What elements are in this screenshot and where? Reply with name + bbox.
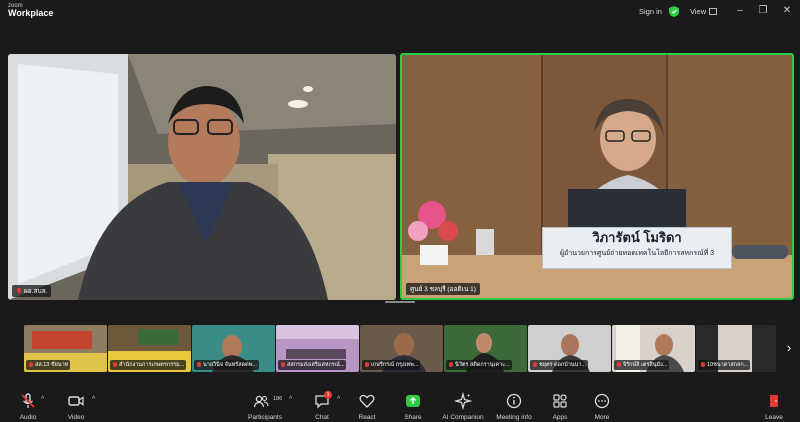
ai-companion-button[interactable]: AI Companion (437, 390, 489, 422)
video-feed-left (8, 54, 396, 300)
close-icon[interactable]: ✕ (781, 5, 793, 17)
meeting-info-button[interactable]: Meeting info (491, 390, 537, 422)
participant-name-tag: ผอ.สบล. (12, 285, 52, 297)
thumbnail-name: นิวัตร สดิดกรานุเคาะ... (455, 362, 510, 368)
sparkle-icon (454, 392, 472, 410)
thumbnail-name-tag: ชยุตร ดอกบ้านนา... (530, 360, 588, 370)
thumbnail-tile[interactable]: จิรักษ์ลิ เตรสินุมัง... (612, 325, 695, 372)
thumbnail-name: สำนักงานการเกษตรกรรม... (119, 362, 185, 368)
grid-view-icon[interactable] (709, 8, 717, 15)
apps-icon (553, 394, 567, 408)
participants-icon (253, 395, 269, 408)
heart-icon (359, 394, 375, 408)
thumbnail-name: ชยุตร ดอกบ้านนา... (539, 362, 586, 368)
placard-name: วิภารัตน์ โมริดา (592, 230, 682, 245)
chat-label: Chat (315, 414, 329, 421)
mic-muted-icon (448, 362, 453, 368)
react-label: React (358, 414, 376, 421)
thumbnail-name-tag: เกษรีกรณ์ กรุงเทพ... (362, 360, 421, 370)
leave-label: Leave (765, 414, 783, 421)
thumbnail-name: เกษรีกรณ์ กรุงเทพ... (371, 362, 419, 368)
ai-companion-label: AI Companion (442, 414, 484, 421)
thumbnail-name-tag: จิรักษ์ลิ เตรสินุมัง... (614, 360, 670, 370)
thumbnail-tile[interactable]: สสกรมส่งเสริมสหกรณ์... (276, 325, 359, 372)
info-icon (506, 393, 522, 409)
participants-button[interactable]: 186 Participants (243, 390, 287, 422)
mic-muted-icon (364, 362, 369, 368)
thumbnail-name-tag: นิวัตร สดิดกรานุเคาะ... (446, 360, 512, 370)
meeting-info-label: Meeting info (496, 414, 532, 421)
thumbnail-name-tag: สำนักงานการเกษตรกรรม... (110, 360, 187, 370)
video-button[interactable]: Video (54, 390, 98, 422)
mic-muted-icon (112, 362, 117, 368)
thumbnail-name-tag: 10ชนาดาสกลก... (698, 360, 751, 370)
title-bar: zoom Workplace Sign in View – ❐ ✕ (0, 0, 800, 24)
more-button[interactable]: More (580, 390, 624, 422)
participants-label: Participants (248, 414, 282, 421)
minimize-icon[interactable]: – (734, 5, 746, 17)
chat-options-chevron-icon[interactable]: ^ (337, 396, 340, 403)
placard-title: ผู้อำนวยการศูนย์ถ่ายทอดเทคโนโลยีการสหกรณ… (559, 250, 715, 257)
next-page-chevron-icon[interactable]: › (782, 338, 796, 358)
mic-muted-icon (280, 362, 285, 368)
share-screen-icon (406, 395, 420, 407)
participant-thumbnail-strip: สส.13 ชัยนาท สำนักงานการเกษตรกรรม... นาย… (24, 325, 776, 372)
thumbnail-tile[interactable]: สส.13 ชัยนาท (24, 325, 107, 372)
more-label: More (594, 414, 610, 421)
meeting-toolbar: Audio ^ Video ^ 186 Participants ^ 1 Cha… (0, 390, 800, 422)
more-dots-icon (594, 393, 610, 409)
participants-options-chevron-icon[interactable]: ^ (289, 396, 292, 403)
video-camera-icon (68, 396, 84, 406)
share-label: Share (404, 414, 422, 421)
mic-muted-icon (28, 362, 33, 368)
restore-icon[interactable]: ❐ (757, 5, 769, 17)
mic-muted-icon (196, 362, 201, 368)
thumbnail-name: นายวินิจ จันทร์สดดพ... (203, 362, 257, 368)
participant-name-tag: ศูนย์ 3 ชลบุรี (ออดิเน 1) (406, 283, 480, 295)
sign-in-button[interactable]: Sign in (639, 7, 662, 16)
thumbnail-name: สสกรมส่งเสริมสหกรณ์... (287, 362, 345, 368)
leave-door-icon (770, 395, 778, 407)
audio-button[interactable]: Audio (6, 390, 50, 422)
microphone-muted-icon (21, 393, 35, 408)
thumbnail-tile[interactable]: เกษรีกรณ์ กรุงเทพ... (360, 325, 443, 372)
audio-options-chevron-icon[interactable]: ^ (41, 396, 44, 403)
chat-button[interactable]: 1 Chat (300, 390, 344, 422)
name-placard: วิภารัตน์ โมริดา ผู้อำนวยการศูนย์ถ่ายทอด… (542, 227, 732, 269)
thumbnail-name-tag: สสกรมส่งเสริมสหกรณ์... (278, 360, 347, 370)
thumbnail-tile[interactable]: สำนักงานการเกษตรกรรม... (108, 325, 191, 372)
thumbnail-name: สส.13 ชัยนาท (35, 362, 69, 368)
mic-muted-icon (616, 362, 621, 368)
thumbnail-tile[interactable]: นายวินิจ จันทร์สดดพ... (192, 325, 275, 372)
stage-resize-handle[interactable] (385, 301, 415, 303)
mic-muted-icon (16, 287, 22, 295)
thumbnail-tile[interactable]: ชยุตร ดอกบ้านนา... (528, 325, 611, 372)
video-tile-right-active-speaker[interactable]: วิภารัตน์ โมริดา ผู้อำนวยการศูนย์ถ่ายทอด… (400, 53, 794, 300)
thumbnail-tile[interactable]: นิวัตร สดิดกรานุเคาะ... (444, 325, 527, 372)
apps-label: Apps (552, 414, 568, 421)
participant-name: ศูนย์ 3 ชลบุรี (ออดิเน 1) (410, 286, 476, 293)
mic-muted-icon (700, 362, 705, 368)
video-options-chevron-icon[interactable]: ^ (92, 396, 95, 403)
view-button[interactable]: View (690, 7, 706, 16)
thumbnail-name-tag: นายวินิจ จันทร์สดดพ... (194, 360, 259, 370)
participant-name: ผอ.สบล. (24, 288, 48, 295)
share-button[interactable]: Share (391, 390, 435, 422)
apps-button[interactable]: Apps (538, 390, 582, 422)
shield-icon[interactable] (669, 6, 679, 17)
thumbnail-name: 10ชนาดาสกลก... (707, 362, 749, 368)
thumbnail-tile[interactable]: 10ชนาดาสกลก... (696, 325, 776, 372)
logo-workplace: Workplace (8, 8, 54, 18)
mic-muted-icon (532, 362, 537, 368)
react-button[interactable]: React (345, 390, 389, 422)
chat-unread-badge: 1 (324, 391, 332, 399)
video-label: Video (67, 414, 85, 421)
video-tile-left[interactable]: ผอ.สบล. (8, 54, 396, 300)
thumbnail-name-tag: สส.13 ชัยนาท (26, 360, 71, 370)
participants-count: 186 (273, 396, 283, 402)
audio-label: Audio (19, 414, 37, 421)
thumbnail-name: จิรักษ์ลิ เตรสินุมัง... (623, 362, 668, 368)
zoom-logo: zoom Workplace (8, 3, 53, 18)
leave-button[interactable]: Leave (752, 390, 796, 422)
